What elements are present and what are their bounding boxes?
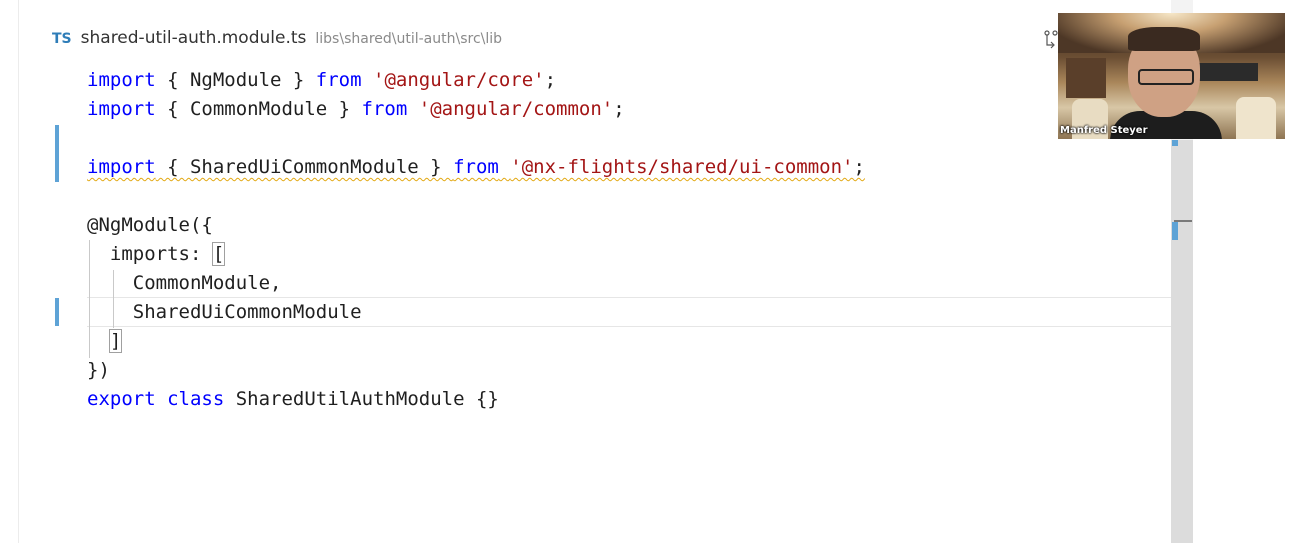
string-literal: '@nx-flights/shared/ui-common' xyxy=(510,156,854,178)
webcam-video-overlay: Manfred Steyer xyxy=(1058,13,1285,139)
code-text: ; xyxy=(853,156,865,178)
code-text: ; xyxy=(544,69,557,91)
modified-lines-marker xyxy=(55,125,59,182)
keyword: from xyxy=(361,98,408,120)
keyword: from xyxy=(315,69,362,91)
code-text: { SharedUiCommonModule } xyxy=(155,156,454,178)
code-text: { NgModule } xyxy=(155,69,316,91)
webcam-background xyxy=(1198,63,1258,81)
matched-bracket: ] xyxy=(108,329,123,353)
modified-line-marker xyxy=(55,298,59,326)
string-literal: '@angular/core' xyxy=(373,69,545,91)
presenter-figure xyxy=(1138,69,1194,85)
scrollbar-change-marker xyxy=(1172,222,1178,240)
code-line-12[interactable]: export class SharedUtilAuthModule {} xyxy=(87,385,499,414)
participant-name-label: Manfred Steyer xyxy=(1060,125,1148,136)
code-text: ; xyxy=(613,98,625,120)
code-line-9[interactable]: SharedUiCommonModule xyxy=(87,298,362,327)
tab-filename[interactable]: shared-util-auth.module.ts xyxy=(81,28,307,48)
warning-squiggle-range[interactable]: import { SharedUiCommonModule } from '@n… xyxy=(87,156,865,178)
code-line-6[interactable]: @NgModule({ xyxy=(87,211,213,240)
keyword: import xyxy=(87,156,156,178)
editor-tab-header[interactable]: TS shared-util-auth.module.ts libs\share… xyxy=(52,28,502,54)
scrollbar-change-marker xyxy=(1172,140,1178,146)
code-line-8[interactable]: CommonModule, xyxy=(87,269,282,298)
typescript-badge-icon: TS xyxy=(52,31,72,47)
code-text: imports: xyxy=(87,243,213,265)
vertical-scrollbar[interactable] xyxy=(1171,140,1193,543)
keyword: from xyxy=(453,156,499,178)
string-literal: '@angular/common' xyxy=(418,98,614,120)
keyword: class xyxy=(167,388,225,410)
code-line-7[interactable]: imports: [ xyxy=(87,240,226,269)
keyword: import xyxy=(87,69,156,91)
code-line-4[interactable]: import { SharedUiCommonModule } from '@n… xyxy=(87,153,865,182)
presenter-figure xyxy=(1128,27,1200,51)
code-line-2[interactable]: import { CommonModule } from '@angular/c… xyxy=(87,95,625,124)
keyword: import xyxy=(87,98,156,120)
keyword: export xyxy=(87,388,156,410)
webcam-background xyxy=(1236,97,1276,139)
code-line-11[interactable]: }) xyxy=(87,356,110,385)
code-text: SharedUtilAuthModule {} xyxy=(224,388,499,410)
split-editor-icon[interactable] xyxy=(1044,30,1058,52)
webcam-background xyxy=(1066,58,1106,98)
tab-file-path: libs\shared\util-auth\src\lib xyxy=(315,31,503,47)
code-line-1[interactable]: import { NgModule } from '@angular/core'… xyxy=(87,66,556,95)
code-text: { CommonModule } xyxy=(155,98,362,120)
code-line-10[interactable]: ] xyxy=(87,327,123,356)
matched-bracket: [ xyxy=(211,242,226,266)
